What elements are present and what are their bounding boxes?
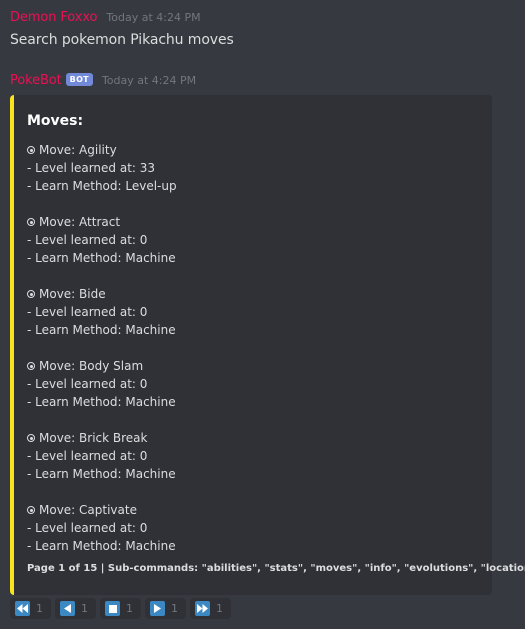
timestamp: Today at 4:24 PM: [101, 74, 197, 87]
move-name: Move: Bide: [39, 287, 106, 301]
move-entry: Move: Attract - Level learned at: 0 - Le…: [27, 213, 482, 267]
move-level: - Level learned at: 0: [27, 233, 148, 247]
move-entry: Move: Body Slam - Level learned at: 0 - …: [27, 357, 482, 411]
move-entry: Move: Bide - Level learned at: 0 - Learn…: [27, 285, 482, 339]
radio-icon: [27, 506, 35, 514]
timestamp: Today at 4:24 PM: [106, 11, 201, 24]
move-name: Move: Captivate: [39, 503, 137, 517]
radio-icon: [27, 362, 35, 370]
move-level: - Level learned at: 0: [27, 305, 148, 319]
radio-icon: [27, 218, 35, 226]
move-name: Move: Body Slam: [39, 359, 144, 373]
move-level: - Level learned at: 33: [27, 161, 156, 175]
reaction-count: 1: [216, 602, 223, 615]
message-header: PokeBot BOT Today at 4:24 PM: [10, 73, 196, 91]
move-entry: Move: Agility - Level learned at: 33 - L…: [27, 141, 482, 195]
embed-footer: Page 1 of 15 | Sub-commands: "abilities"…: [27, 563, 525, 574]
move-method: - Learn Method: Machine: [27, 251, 176, 265]
move-name: Move: Agility: [39, 143, 117, 157]
reaction-count: 1: [126, 602, 133, 615]
reaction-next[interactable]: 1: [145, 598, 186, 619]
move-method: - Learn Method: Machine: [27, 539, 176, 553]
reaction-previous[interactable]: 1: [55, 598, 96, 619]
move-method: - Learn Method: Machine: [27, 323, 176, 337]
bot-username[interactable]: PokeBot: [10, 73, 62, 88]
reaction-count: 1: [171, 602, 178, 615]
fast-forward-icon: [195, 601, 210, 616]
stop-icon: [105, 601, 120, 616]
move-method: - Learn Method: Machine: [27, 467, 176, 481]
rewind-icon: [15, 601, 30, 616]
move-method: - Learn Method: Machine: [27, 395, 176, 409]
reaction-fast-forward[interactable]: 1: [190, 598, 231, 619]
radio-icon: [27, 290, 35, 298]
username[interactable]: Demon Foxxo: [10, 10, 98, 25]
message-text: Search pokemon Pikachu moves: [10, 32, 234, 48]
move-level: - Level learned at: 0: [27, 377, 148, 391]
move-level: - Level learned at: 0: [27, 449, 148, 463]
move-method: - Learn Method: Level-up: [27, 179, 177, 193]
user-message: Demon Foxxo Today at 4:24 PM Search poke…: [10, 10, 234, 48]
reaction-stop[interactable]: 1: [100, 598, 141, 619]
embed-title: Moves:: [27, 113, 84, 129]
move-entry: Move: Brick Break - Level learned at: 0 …: [27, 429, 482, 483]
reactions-bar: 1 1 1 1 1: [10, 598, 231, 619]
reaction-rewind[interactable]: 1: [10, 598, 51, 619]
previous-icon: [60, 601, 75, 616]
move-level: - Level learned at: 0: [27, 521, 148, 535]
bot-badge: BOT: [65, 73, 93, 86]
embed-accent-bar: [10, 95, 14, 595]
next-icon: [150, 601, 165, 616]
move-name: Move: Attract: [39, 215, 121, 229]
embed-body: Moves: Move: Agility - Level learned at:…: [27, 113, 482, 573]
embed: Moves: Move: Agility - Level learned at:…: [10, 95, 525, 595]
radio-icon: [27, 434, 35, 442]
move-entry: Move: Captivate - Level learned at: 0 - …: [27, 501, 482, 555]
radio-icon: [27, 146, 35, 154]
move-name: Move: Brick Break: [39, 431, 148, 445]
reaction-count: 1: [81, 602, 88, 615]
bot-message: PokeBot BOT Today at 4:24 PM: [10, 73, 196, 91]
reaction-count: 1: [36, 602, 43, 615]
message-header: Demon Foxxo Today at 4:24 PM: [10, 10, 234, 28]
